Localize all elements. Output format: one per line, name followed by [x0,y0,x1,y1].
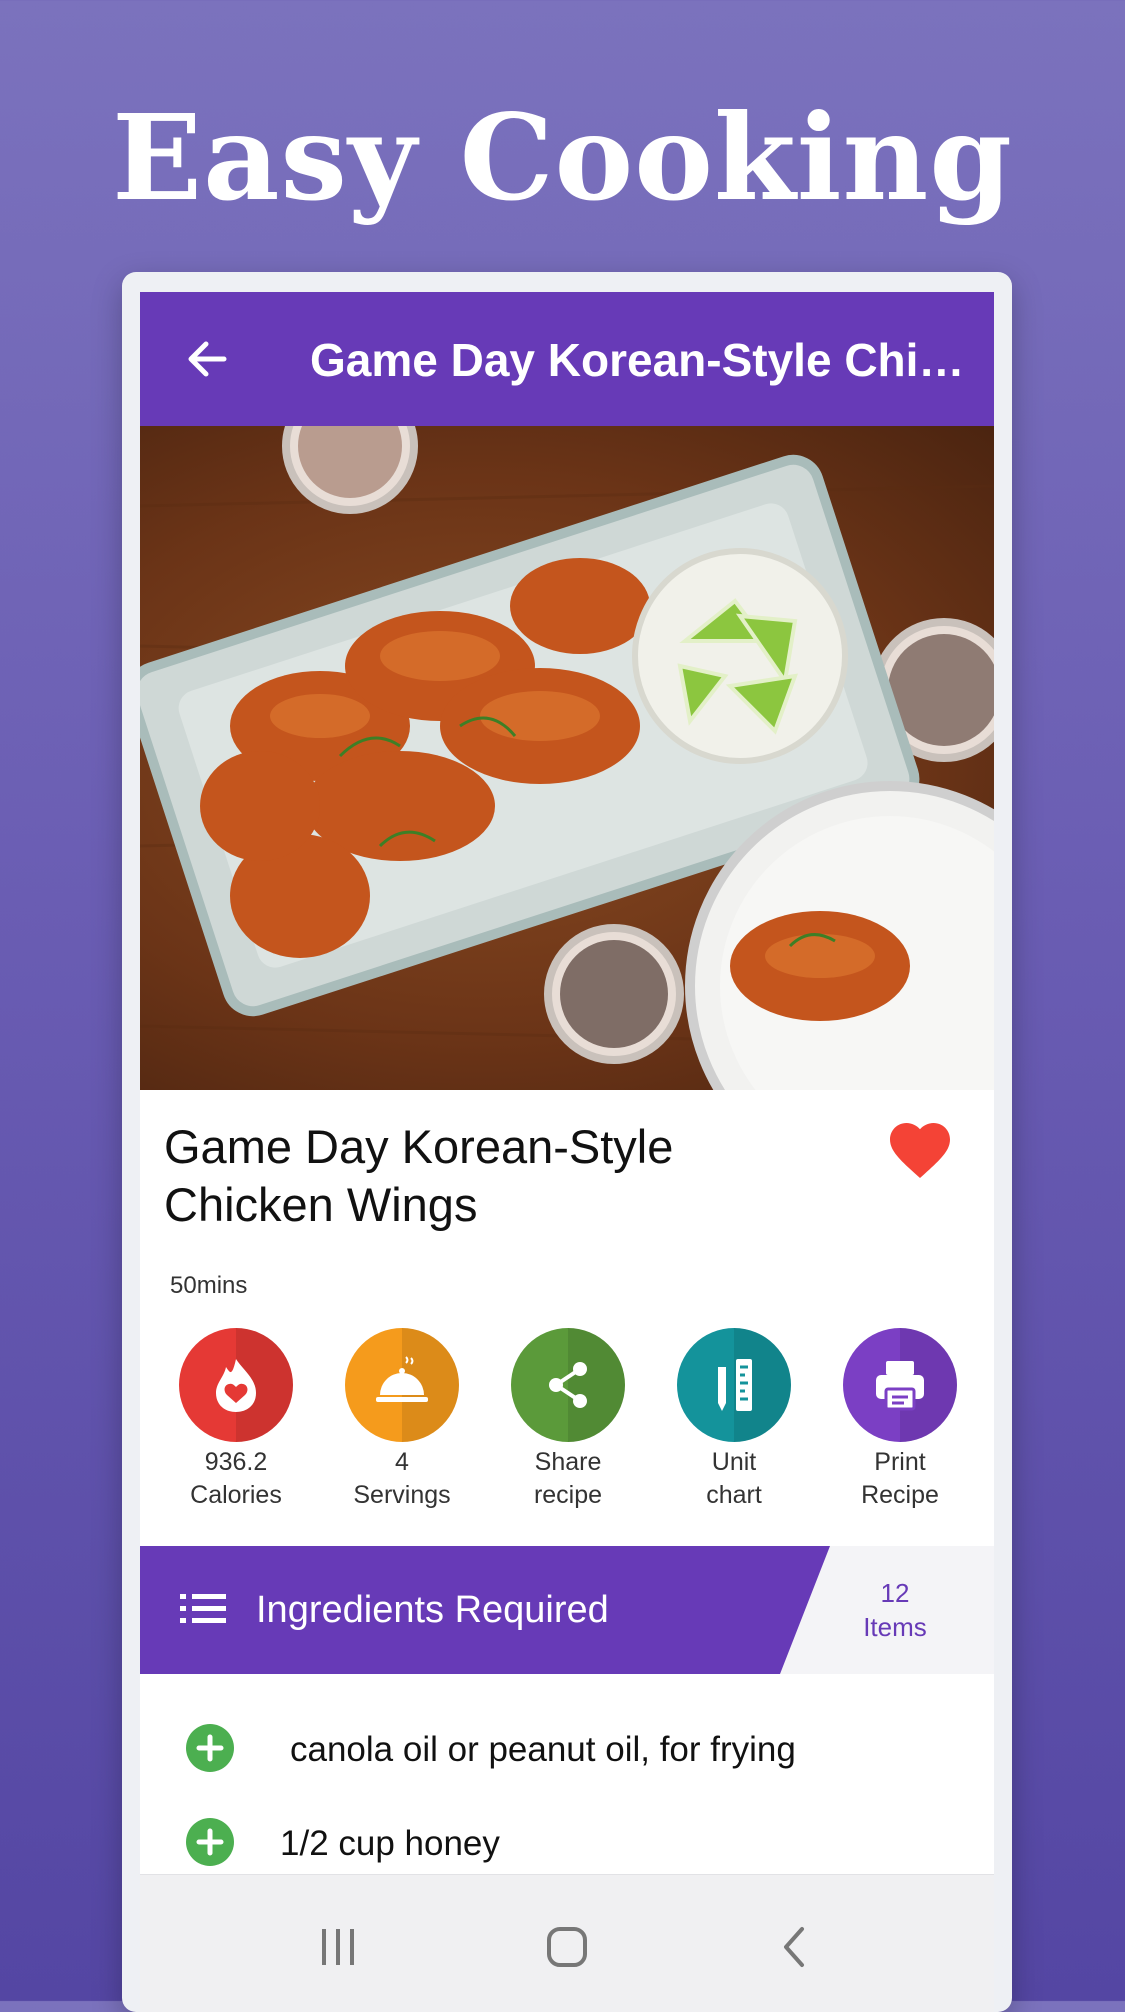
ingredients-header: Ingredients Required 12 Items [140,1546,994,1674]
servings-value: 4 [395,1448,409,1476]
ingredient-text: canola oil or peanut oil, for frying [290,1730,796,1769]
share-recipe-button[interactable]: Share recipe [488,1328,648,1512]
cook-time: 50mins [170,1272,248,1299]
printer-icon [876,1361,924,1411]
print-label-line2: Recipe [861,1481,939,1509]
home-icon [547,1927,587,1967]
app-bar: Game Day Korean-Style Chick... [140,292,994,426]
share-label-line2: recipe [533,1481,603,1509]
heart-icon [890,1123,950,1179]
ingredients-count: 12 Items [820,1576,970,1644]
promo-title: Easy Cooking [112,88,1013,227]
print-label-line1: Print [874,1448,926,1476]
servings-info: 4 Servings [322,1328,482,1512]
add-ingredient-icon[interactable] [186,1724,234,1772]
add-ingredient-icon[interactable] [186,1818,234,1866]
unit-chart-label-line1: Unit [711,1448,757,1476]
calories-info: 936.2 Calories [156,1328,316,1512]
calories-badge [179,1328,293,1442]
cloche-icon [376,1356,428,1402]
ingredient-text: 1/2 cup honey [280,1824,500,1863]
recent-apps-icon [322,1929,354,1965]
system-nav-bar [140,1874,994,2012]
ingredients-count-label: Items [863,1612,927,1642]
print-badge[interactable] [843,1328,957,1442]
home-button[interactable] [537,1917,597,1977]
app-screen: Game Day Korean-Style Chick... Game Day … [140,292,994,2012]
share-badge[interactable] [511,1328,625,1442]
phone-frame: Game Day Korean-Style Chick... Game Day … [122,272,1012,2012]
calorie-heart-icon [216,1359,256,1412]
back-nav-button[interactable] [766,1917,826,1977]
unit-chart-label-line2: chart [706,1481,762,1509]
recipe-title: Game Day Korean-Style Chicken Wings [164,1118,864,1234]
print-recipe-button[interactable]: Print Recipe [820,1328,980,1512]
ingredients-count-number: 12 [880,1578,910,1608]
unit-chart-badge[interactable] [677,1328,791,1442]
list-item: canola oil or peanut oil, for frying [186,1724,946,1776]
recipe-title-line2: Chicken Wings [164,1178,478,1231]
unit-chart-button[interactable]: Unit chart [654,1328,814,1512]
list-item: 1/2 cup honey [186,1818,946,1870]
servings-badge [345,1328,459,1442]
back-arrow-icon [188,341,227,377]
ruler-icon [718,1359,752,1411]
share-label-line1: Share [534,1448,602,1476]
recent-apps-button[interactable] [308,1917,368,1977]
back-nav-icon [784,1927,804,1967]
share-icon [549,1362,587,1408]
recipe-photo [140,426,994,1090]
back-button[interactable] [180,332,234,386]
servings-label: Servings [353,1481,451,1509]
favorite-button[interactable] [884,1114,956,1186]
app-bar-title: Game Day Korean-Style Chick... [310,334,970,386]
calories-value: 936.2 [204,1448,268,1476]
calories-label: Calories [190,1481,282,1509]
ingredients-title: Ingredients Required [256,1589,609,1631]
recipe-title-line1: Game Day Korean-Style [164,1120,674,1173]
list-icon [180,1594,226,1623]
